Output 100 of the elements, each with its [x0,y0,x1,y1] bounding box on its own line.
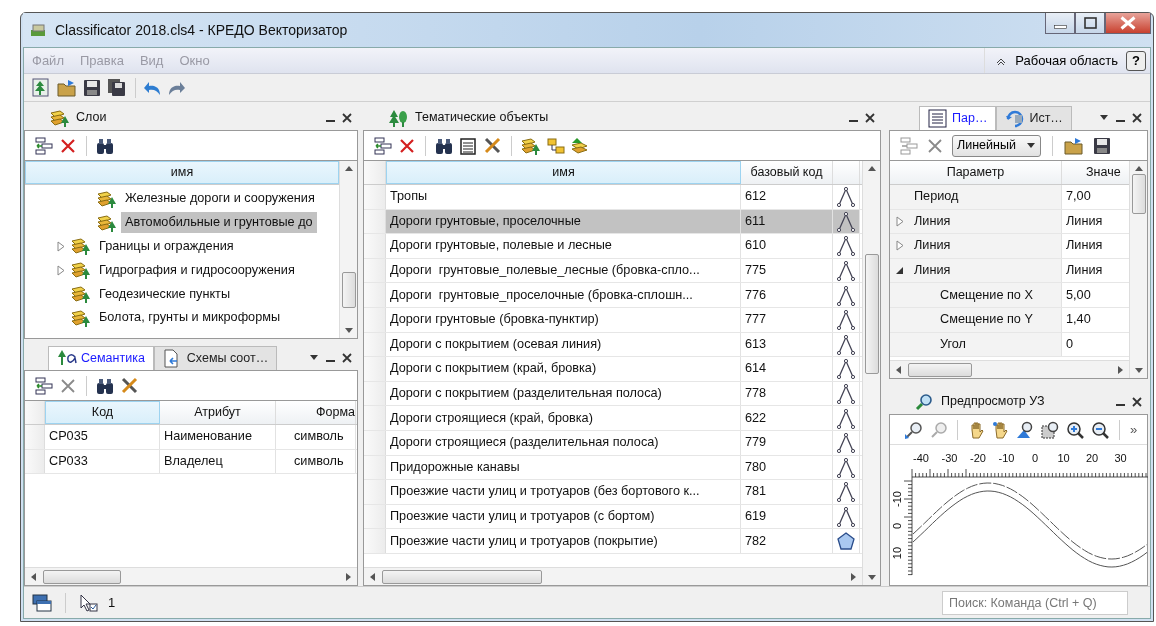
panel-tab[interactable]: Семантика [48,346,154,370]
scroll-right-icon[interactable] [848,571,858,582]
scroll-down-icon[interactable] [343,325,354,335]
scroll-left-icon[interactable] [29,571,39,582]
scrollbar-thumb[interactable] [908,362,972,377]
column-header[interactable]: Код [45,401,160,424]
column-header[interactable]: имя [25,161,339,184]
panel-tab[interactable]: Ист… [996,106,1072,130]
close-icon[interactable] [1132,112,1142,123]
close-button[interactable] [1105,13,1151,34]
zoom-out-icon[interactable] [1091,420,1109,439]
open-folder-icon[interactable] [1063,135,1084,156]
table-row[interactable]: Дороги строящиеся (разделительная полоса) 779 [364,430,862,456]
menu-caret-icon[interactable] [1099,113,1109,122]
scrollbar-thumb[interactable] [341,272,356,308]
search-field[interactable]: Поиск: Команда (Ctrl + Q) [942,590,1128,615]
tree-item[interactable]: Болота, грунты и микроформы [95,307,285,329]
scrollbar-thumb[interactable] [1131,174,1146,214]
table-row[interactable]: Проезжие части улиц и тротуаров (с бортом) 619 [364,504,862,530]
delete-icon[interactable] [398,136,416,155]
mode-dropdown[interactable]: Линейный [952,134,1041,157]
scroll-up-icon[interactable] [343,164,354,174]
scrollbar-thumb[interactable] [382,569,542,584]
save-all-icon[interactable] [107,77,127,98]
save-icon[interactable] [1091,135,1112,156]
tree-item[interactable]: Геодезические пункты [95,283,234,305]
zoom-area-icon[interactable] [1016,420,1034,439]
table-row[interactable]: Дороги грунтовые_полевые_лесные (бровка-спло... 775 [364,258,862,284]
menu-caret-icon[interactable] [309,353,319,362]
delete-icon[interactable] [59,136,77,155]
close-icon[interactable] [342,112,352,123]
vertical-scrollbar[interactable] [862,161,880,585]
scroll-up-icon[interactable] [866,164,877,174]
more-tools-button[interactable]: » [1130,419,1138,440]
open-folder-icon[interactable] [57,77,77,98]
column-header[interactable]: Параметр [890,161,1062,184]
table-row[interactable]: Тропы 612 [364,185,862,210]
maximize-button[interactable] [1075,13,1105,34]
binoculars-icon[interactable] [435,136,453,155]
horizontal-scrollbar[interactable] [364,567,862,585]
panel-tab[interactable]: Схемы соот… [153,346,278,370]
scroll-left-icon[interactable] [894,364,904,375]
tree-icon[interactable] [32,77,52,98]
vertical-scrollbar[interactable] [339,161,357,338]
table-row[interactable]: Дороги с покрытием (осевая линия) 613 [364,332,862,358]
scroll-down-icon[interactable] [866,572,877,582]
column-header[interactable]: базовый код [741,161,833,184]
table-row[interactable]: Придорожные канавы 780 [364,455,862,481]
workspace-menu[interactable]: Рабочая область [1013,50,1120,71]
close-icon[interactable] [865,112,875,123]
horizontal-scrollbar[interactable] [25,567,357,585]
hand-point-icon[interactable] [992,420,1009,439]
table-row[interactable]: Дороги грунтовые (бровка-пунктир) 777 [364,307,862,333]
binoculars-icon[interactable] [96,376,114,395]
horizontal-scrollbar[interactable] [890,360,1129,378]
layers-icon[interactable] [521,136,541,155]
scrollbar-thumb[interactable] [864,254,879,374]
table-row[interactable]: Дороги грунтовые, полевые и лесные 610 [364,234,862,259]
table-row[interactable]: Проезжие части улиц и тротуаров (покрытие) 782 [364,529,862,554]
scroll-right-icon[interactable] [343,571,353,582]
table-row[interactable]: Дороги грунтовые_проселочные (бровка-сплошн... 776 [364,283,862,308]
scrollbar-thumb[interactable] [43,569,121,584]
zoom-previous-icon[interactable] [904,420,922,439]
panel-tab[interactable]: Пар… [919,106,997,130]
add-item-icon[interactable] [35,135,53,156]
table-row[interactable]: Дороги с покрытием (край, бровка) 614 [364,357,862,382]
cursor-select-icon[interactable] [79,593,98,612]
vertical-scrollbar[interactable] [1129,161,1147,378]
table-row[interactable]: Дороги строящиеся (край, бровка) 622 [364,406,862,431]
windows-icon[interactable] [32,593,52,612]
tree-item[interactable]: Гидрография и гидросооружения [95,259,299,281]
layers-up-icon[interactable] [571,136,589,155]
zoom-in-icon[interactable] [1066,420,1084,439]
scroll-down-icon[interactable] [1133,365,1144,375]
binoculars-icon[interactable] [96,136,114,155]
column-header[interactable]: имя [386,161,741,184]
column-header[interactable]: Атрибут [160,401,276,424]
close-icon[interactable] [342,352,352,363]
delete-icon[interactable] [59,376,77,395]
tools-icon[interactable] [483,136,502,155]
table-row[interactable]: Проезжие части улиц и тротуаров (без бортового к... 781 [364,480,862,505]
hand-icon[interactable] [968,420,985,439]
column-header[interactable]: Форма [276,401,356,424]
tree-item[interactable]: Железные дороги и сооружения [121,188,319,210]
add-item-icon[interactable] [35,375,53,396]
add-item-icon[interactable] [374,135,392,156]
tree-item[interactable]: Границы и ограждения [95,235,238,257]
delete-icon[interactable] [926,136,944,155]
scroll-left-icon[interactable] [368,571,378,582]
hierarchy-icon[interactable] [547,136,565,155]
tree-item[interactable]: Автомобильные и грунтовые до [121,212,317,234]
tools-icon[interactable] [120,376,139,395]
zoom-window-icon[interactable] [1041,420,1059,439]
minimize-button[interactable] [1045,13,1075,34]
table-icon[interactable] [459,136,477,155]
table-row[interactable]: Дороги с покрытием (разделительная полоса) 778 [364,381,862,407]
save-icon[interactable] [82,77,102,98]
scroll-right-icon[interactable] [1115,364,1125,375]
close-icon[interactable] [1132,396,1142,407]
help-button[interactable]: ? [1126,50,1146,71]
